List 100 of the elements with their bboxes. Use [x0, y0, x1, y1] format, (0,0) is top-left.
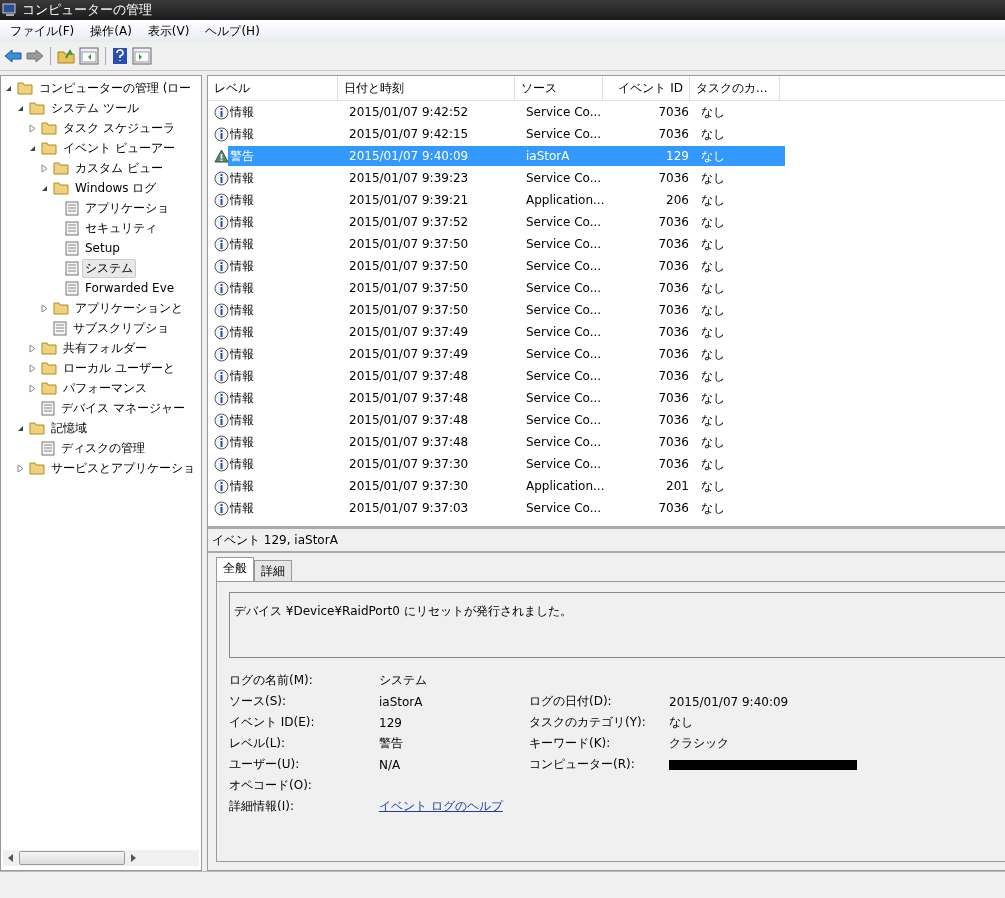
tree-item[interactable]: 共有フォルダー — [60, 338, 150, 358]
event-row[interactable]: 情報 2015/01/07 9:37:48 Service Co... 7036 なし — [228, 366, 785, 386]
log-icon — [65, 200, 79, 216]
menu-item[interactable]: ヘルプ(H) — [199, 20, 266, 42]
column-header[interactable]: タスクのカ... — [690, 76, 780, 100]
level-cell-text: 情報 — [229, 345, 255, 363]
source-cell-text: Service Co... — [525, 457, 603, 471]
source-cell-text: Service Co... — [525, 259, 603, 273]
folder-icon — [41, 341, 57, 355]
tree-item[interactable]: タスク スケジューラ — [60, 118, 178, 138]
menu-item[interactable]: 操作(A) — [84, 20, 138, 42]
level-cell-text: 情報 — [229, 367, 255, 385]
log-icon — [65, 220, 79, 236]
scroll-thumb[interactable] — [19, 851, 125, 865]
column-header[interactable]: ソース — [515, 76, 603, 100]
expand-arrow-icon[interactable] — [17, 463, 24, 473]
tree-item[interactable]: サブスクリプショ — [70, 318, 172, 338]
expand-arrow-icon[interactable] — [29, 343, 36, 353]
tree-item[interactable]: パフォーマンス — [60, 378, 150, 398]
tree-item[interactable]: コンピューターの管理 (ロー — [36, 78, 195, 98]
tree-item[interactable]: デバイス マネージャー — [58, 398, 188, 418]
expand-arrow-icon[interactable] — [29, 383, 36, 393]
event-row[interactable]: 情報 2015/01/07 9:42:52 Service Co... 7036 なし — [228, 102, 785, 122]
event-row[interactable]: 情報 2015/01/07 9:37:49 Service Co... 7036 なし — [228, 344, 785, 364]
tree-item[interactable]: セキュリティ — [82, 218, 160, 238]
expand-arrow-icon[interactable] — [29, 123, 36, 133]
forward-arrow-icon[interactable] — [26, 49, 44, 63]
id-cell-text: 7036 — [657, 501, 690, 515]
tree-item[interactable]: Setup — [82, 240, 123, 256]
expand-arrow-icon[interactable] — [29, 363, 36, 373]
level-cell-text: 情報 — [229, 455, 255, 473]
time-cell-text: 2015/01/07 9:37:50 — [348, 303, 470, 317]
tree-item[interactable]: カスタム ビュー — [72, 158, 166, 178]
event-row[interactable]: 情報 2015/01/07 9:37:50 Service Co... 7036 なし — [228, 300, 785, 320]
event-row[interactable]: 情報 2015/01/07 9:37:48 Service Co... 7036 なし — [228, 432, 785, 452]
level-cell-text: 情報 — [229, 323, 255, 341]
time-cell-text: 2015/01/07 9:39:23 — [348, 171, 470, 185]
tree-item[interactable]: サービスとアプリケーショ — [48, 458, 198, 478]
column-header[interactable]: イベント ID — [603, 76, 690, 100]
event-row[interactable]: 情報 2015/01/07 9:37:48 Service Co... 7036 なし — [228, 388, 785, 408]
tab[interactable]: 詳細 — [254, 560, 292, 581]
collapse-arrow-icon[interactable] — [41, 184, 48, 192]
task-cell-text: なし — [700, 147, 726, 165]
collapse-arrow-icon[interactable] — [5, 84, 12, 92]
event-row[interactable]: 情報 2015/01/07 9:37:50 Service Co... 7036 なし — [228, 278, 785, 298]
event-row[interactable]: 情報 2015/01/07 9:37:50 Service Co... 7036 なし — [228, 234, 785, 254]
time-cell-text: 2015/01/07 9:37:48 — [348, 435, 470, 449]
tree-item[interactable]: Forwarded Eve — [82, 280, 178, 296]
folder-up-icon[interactable] — [57, 48, 75, 64]
level-cell-text: 警告 — [229, 147, 255, 165]
tree-item[interactable]: 記憶域 — [48, 418, 90, 438]
event-row[interactable]: 情報 2015/01/07 9:39:21 Application... 206 なし — [228, 190, 785, 210]
event-row[interactable]: 情報 2015/01/07 9:37:50 Service Co... 7036 なし — [228, 256, 785, 276]
tree-item[interactable]: アプリケーションと — [72, 298, 186, 318]
id-cell-text: 7036 — [657, 391, 690, 405]
event-row[interactable]: 情報 2015/01/07 9:37:49 Service Co... 7036 なし — [228, 322, 785, 342]
event-row[interactable]: 情報 2015/01/07 9:37:48 Service Co... 7036 なし — [228, 410, 785, 430]
task-cell-text: なし — [700, 477, 726, 495]
menu-item[interactable]: 表示(V) — [141, 20, 196, 42]
event-row[interactable]: 情報 2015/01/07 9:42:15 Service Co... 7036 なし — [228, 124, 785, 144]
log-icon — [41, 440, 55, 456]
tree-item[interactable]: システム — [82, 258, 136, 278]
id-cell-text: 7036 — [657, 127, 690, 141]
event-row[interactable]: 情報 2015/01/07 9:39:23 Service Co... 7036 なし — [228, 168, 785, 188]
event-row[interactable]: 情報 2015/01/07 9:37:52 Service Co... 7036 なし — [228, 212, 785, 232]
column-header[interactable]: レベル — [208, 76, 338, 100]
task-cell-text: なし — [700, 411, 726, 429]
help-link[interactable]: イベント ログのヘルプ — [379, 798, 503, 815]
action-pane-icon[interactable] — [132, 47, 152, 65]
source-cell-text: Service Co... — [525, 237, 603, 251]
tree-item[interactable]: ディスクの管理 — [58, 438, 148, 458]
info-icon — [214, 369, 229, 384]
collapse-arrow-icon[interactable] — [29, 144, 36, 152]
back-arrow-icon[interactable] — [4, 49, 22, 63]
collapse-arrow-icon[interactable] — [17, 424, 24, 432]
tree-item[interactable]: Windows ログ — [72, 178, 160, 198]
info-icon — [214, 237, 229, 252]
menu-item[interactable]: ファイル(F) — [4, 20, 81, 42]
expand-arrow-icon[interactable] — [41, 303, 48, 313]
window-title: コンピューターの管理 — [22, 1, 152, 19]
horizontal-scrollbar[interactable] — [3, 850, 199, 866]
event-row[interactable]: 情報 2015/01/07 9:37:30 Service Co... 7036 なし — [228, 454, 785, 474]
expand-arrow-icon[interactable] — [41, 163, 48, 173]
tree-item[interactable]: アプリケーショ — [82, 198, 172, 218]
help-icon[interactable] — [112, 47, 128, 65]
field-value: 129 — [379, 715, 402, 730]
source-cell-text: Service Co... — [525, 501, 603, 515]
show-pane-icon[interactable] — [79, 47, 99, 65]
tab[interactable]: 全般 — [216, 557, 254, 581]
time-cell-text: 2015/01/07 9:42:15 — [348, 127, 470, 141]
info-icon — [214, 105, 229, 120]
tree-item[interactable]: イベント ビューアー — [60, 138, 178, 158]
id-cell-text: 7036 — [657, 281, 690, 295]
tree-item[interactable]: ローカル ユーザーと — [60, 358, 178, 378]
collapse-arrow-icon[interactable] — [17, 104, 24, 112]
tree-item[interactable]: システム ツール — [48, 98, 142, 118]
event-row[interactable]: 情報 2015/01/07 9:37:30 Application... 201 なし — [228, 476, 785, 496]
source-cell-text: Service Co... — [525, 413, 603, 427]
column-header[interactable]: 日付と時刻 — [338, 76, 515, 100]
event-row[interactable]: 情報 2015/01/07 9:37:03 Service Co... 7036 なし — [228, 498, 785, 518]
